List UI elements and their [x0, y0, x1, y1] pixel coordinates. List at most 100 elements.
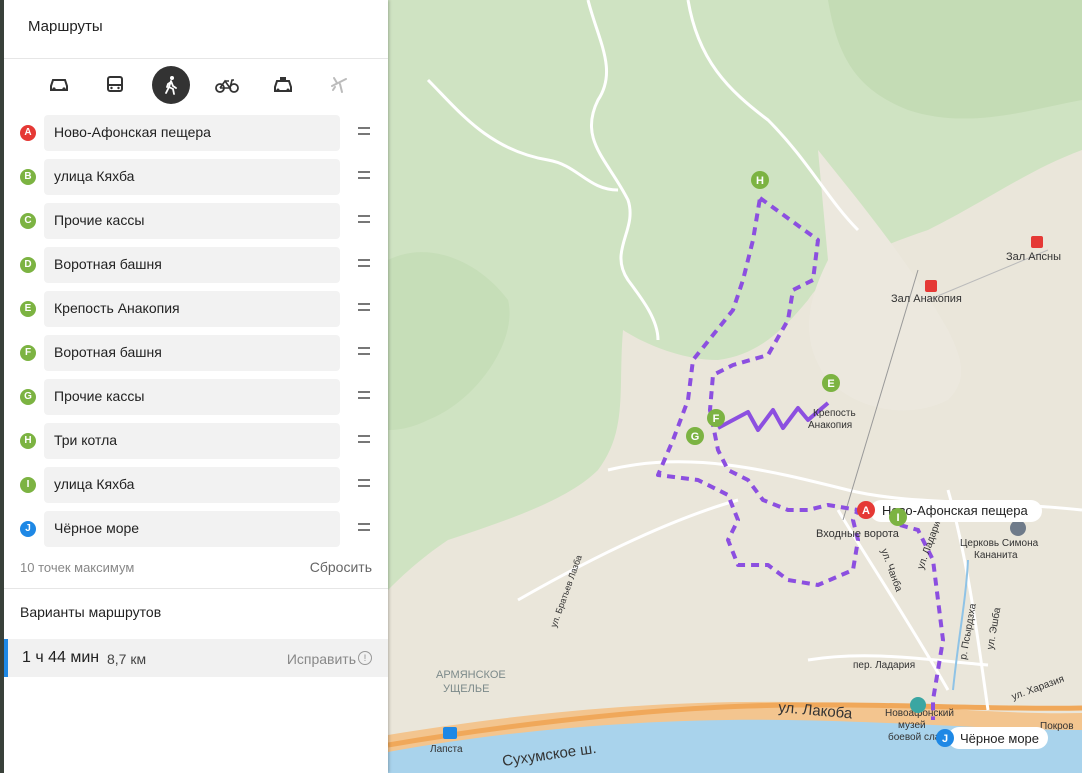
route-point: G Прочие кассы — [0, 374, 388, 418]
drag-handle-icon[interactable] — [358, 303, 370, 313]
point-name: Три котла — [54, 432, 118, 448]
mode-plane-button[interactable] — [320, 66, 358, 104]
route-point: Iулица Кяхба — [0, 462, 388, 506]
walk-icon — [165, 76, 177, 95]
marker-h[interactable]: H — [751, 171, 769, 189]
route-option[interactable]: 1 ч 44 мин 8,7 км Исправить ! — [4, 639, 388, 677]
marker-g[interactable]: G — [686, 427, 704, 445]
drag-handle-icon[interactable] — [358, 127, 370, 137]
point-input[interactable]: улица Кяхба — [44, 159, 340, 195]
drag-handle-icon[interactable] — [358, 347, 370, 357]
reset-button[interactable]: Сбросить — [310, 559, 372, 575]
fix-route-link[interactable]: Исправить — [287, 651, 356, 667]
route-selected-bar — [4, 639, 8, 677]
marker-j[interactable]: J Чёрное море — [936, 727, 1048, 749]
drag-handle-icon[interactable] — [358, 391, 370, 401]
route-point: C Прочие кассы — [0, 198, 388, 242]
point-badge: E — [20, 301, 36, 317]
divider — [4, 58, 388, 59]
mode-car-button[interactable] — [40, 66, 78, 104]
point-badge: A — [20, 125, 36, 141]
museum-icon — [910, 697, 926, 713]
label-pokrov: Покров — [1040, 721, 1074, 732]
route-variants-title: Варианты маршрутов — [20, 604, 162, 620]
drag-handle-icon[interactable] — [358, 479, 370, 489]
label-armyanskoe-2: УЩЕЛЬЕ — [443, 683, 489, 695]
divider — [4, 588, 388, 589]
marker-h-letter: H — [756, 175, 764, 187]
mode-bike-button[interactable] — [208, 66, 246, 104]
point-name: Прочие кассы — [54, 388, 145, 404]
routes-panel: Маршруты A Ново-Афонская пещера Bулица Кях… — [0, 0, 388, 773]
point-input[interactable]: Три котла — [44, 423, 340, 459]
marker-e-letter: E — [827, 378, 834, 390]
church-icon — [1010, 520, 1026, 536]
label-per-ladaria: пер. Ладария — [853, 660, 915, 671]
marker-g-letter: G — [691, 431, 700, 443]
route-point: H Три котла — [0, 418, 388, 462]
max-points-note: 10 точек максимум — [20, 560, 135, 575]
hall-icon — [925, 280, 937, 292]
label-armyanskoe: АРМЯНСКОЕ — [436, 669, 506, 681]
panel-title: Маршруты — [28, 18, 103, 35]
bus-icon — [107, 76, 123, 92]
label-krepost-2: Анакопия — [808, 420, 852, 431]
bus-stop-icon — [443, 727, 457, 739]
point-input[interactable]: Воротная башня — [44, 335, 340, 371]
point-input[interactable]: Прочие кассы — [44, 379, 340, 415]
point-input[interactable]: Ново-Афонская пещера — [44, 115, 340, 151]
point-badge: F — [20, 345, 36, 361]
hall-icon — [1031, 236, 1043, 248]
taxi-icon — [274, 77, 292, 92]
point-input[interactable]: Чёрное море — [44, 511, 340, 547]
label-zal-anakopia: Зал Анакопия — [891, 293, 962, 305]
point-name: Воротная башня — [54, 344, 162, 360]
drag-handle-icon[interactable] — [358, 259, 370, 269]
label-church: Церковь Симона — [960, 538, 1039, 549]
point-badge: I — [20, 477, 36, 493]
mode-taxi-button[interactable] — [264, 66, 302, 104]
point-name: Прочие кассы — [54, 212, 145, 228]
drag-handle-icon[interactable] — [358, 171, 370, 181]
map[interactable]: Зал Апсны Зал Анакопия Крепость Анакопия… — [388, 0, 1082, 773]
marker-i[interactable]: I — [889, 508, 907, 526]
point-name: Ново-Афонская пещера — [54, 124, 211, 140]
marker-f[interactable]: F — [707, 409, 725, 427]
drag-handle-icon[interactable] — [358, 215, 370, 225]
marker-a-letter: A — [862, 505, 870, 517]
label-vhodnye-vorota: Входные ворота — [816, 528, 900, 540]
label-museum-2: музей — [898, 720, 926, 731]
bike-icon — [215, 79, 239, 93]
marker-i-letter: I — [896, 512, 899, 524]
marker-f-letter: F — [713, 413, 720, 425]
route-point: E Крепость Анакопия — [0, 286, 388, 330]
label-church-2: Кананита — [974, 550, 1018, 561]
marker-a[interactable]: A Ново-Афонская пещера — [857, 500, 1042, 522]
mode-bus-button[interactable] — [96, 66, 134, 104]
route-point: J Чёрное море — [0, 506, 388, 550]
point-badge: H — [20, 433, 36, 449]
label-zal-apsny: Зал Апсны — [1006, 251, 1061, 263]
point-name: Крепость Анакопия — [54, 300, 180, 316]
point-badge: J — [20, 521, 36, 537]
info-icon[interactable]: ! — [358, 651, 372, 665]
point-input[interactable]: улица Кяхба — [44, 467, 340, 503]
route-distance: 8,7 км — [107, 651, 147, 667]
point-badge: B — [20, 169, 36, 185]
marker-j-label: Чёрное море — [960, 731, 1039, 746]
drag-handle-icon[interactable] — [358, 435, 370, 445]
point-input[interactable]: Воротная башня — [44, 247, 340, 283]
route-point: D Воротная башня — [0, 242, 388, 286]
marker-j-letter: J — [942, 733, 948, 745]
point-input[interactable]: Крепость Анакопия — [44, 291, 340, 327]
label-krepost: Крепость — [813, 408, 856, 419]
transport-modes — [40, 66, 360, 104]
label-lapsta: Лапста — [430, 744, 463, 755]
drag-handle-icon[interactable] — [358, 523, 370, 533]
marker-e[interactable]: E — [822, 374, 840, 392]
point-name: Воротная башня — [54, 256, 162, 272]
mode-walk-button[interactable] — [152, 66, 190, 104]
plane-icon — [331, 77, 347, 93]
point-badge: C — [20, 213, 36, 229]
point-input[interactable]: Прочие кассы — [44, 203, 340, 239]
